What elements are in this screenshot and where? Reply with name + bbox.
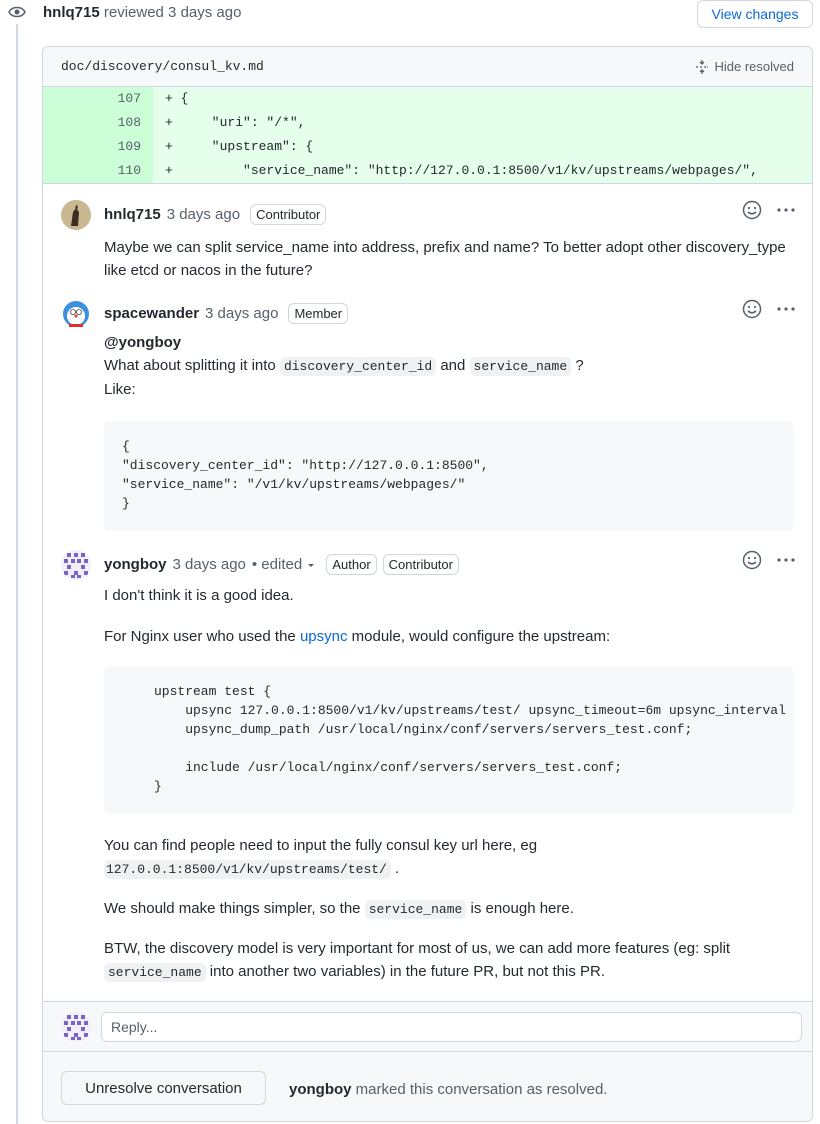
unfold-icon — [695, 59, 708, 74]
smiley-icon[interactable] — [742, 200, 762, 220]
smiley-icon[interactable] — [742, 550, 762, 570]
comment-paragraph: We should make things simpler, so the se… — [104, 897, 794, 921]
comment-body: @yongboy What about splitting it into di… — [104, 331, 794, 531]
timeline-line — [16, 24, 18, 1124]
chevron-down-icon — [308, 564, 315, 567]
text-run: module, would configure the upstream: — [347, 628, 611, 645]
eye-icon — [2, 0, 32, 24]
comment-header: yongboy 3 days ago • edited Author Contr… — [104, 554, 459, 575]
inline-code: service_name — [364, 900, 467, 919]
comment-paragraph: You can find people need to input the fu… — [104, 834, 794, 881]
text-run: and — [436, 357, 470, 374]
diff-row: 110 + "service_name": "http://127.0.0.1:… — [43, 159, 812, 183]
diff-line-code: + "uri": "/*", — [165, 115, 306, 130]
role-badge: Member — [288, 303, 349, 324]
diff-line-number[interactable]: 108 — [43, 111, 153, 135]
inline-code: service_name — [469, 357, 572, 376]
file-header: doc/discovery/consul_kv.md Hide resolved — [43, 47, 812, 87]
review-header: hnlq715 reviewed 3 days ago — [43, 4, 241, 21]
inline-code: discovery_center_id — [279, 357, 437, 376]
comment-yongboy: yongboy 3 days ago • edited Author Contr… — [61, 550, 796, 990]
file-path[interactable]: doc/discovery/consul_kv.md — [61, 59, 264, 74]
mention[interactable]: @yongboy — [104, 331, 794, 354]
text-run: is enough here. — [466, 900, 574, 917]
comment-author[interactable]: hnlq715 — [104, 206, 161, 223]
kebab-icon[interactable] — [776, 200, 796, 220]
hide-resolved-label: Hide resolved — [714, 59, 795, 74]
text-run: You can find people need to input the fu… — [104, 837, 538, 854]
comment-actions — [742, 550, 796, 570]
comment-time[interactable]: 3 days ago — [173, 556, 246, 573]
comment-time[interactable]: 3 days ago — [167, 206, 240, 223]
comment-hnlq715: hnlq715 3 days ago Contributor Maybe we … — [61, 200, 796, 290]
unresolve-conversation-button[interactable]: Unresolve conversation — [61, 1071, 266, 1105]
comment-body: I don't think it is a good idea. For Ngi… — [104, 584, 794, 984]
comment-author[interactable]: spacewander — [104, 305, 199, 322]
diff-row: 108 + "uri": "/*", — [43, 111, 812, 135]
role-badge: Author — [326, 554, 377, 575]
comment-body: Maybe we can split service_name into add… — [104, 239, 786, 279]
diff-line-number[interactable]: 109 — [43, 135, 153, 159]
upsync-link[interactable]: upsync — [300, 628, 348, 645]
avatar[interactable] — [61, 299, 91, 329]
review-action: reviewed 3 days ago — [103, 4, 242, 21]
smiley-icon[interactable] — [742, 299, 762, 319]
inline-code: service_name — [104, 963, 206, 982]
kebab-icon[interactable] — [776, 550, 796, 570]
comment-author[interactable]: yongboy — [104, 556, 167, 573]
kebab-icon[interactable] — [776, 299, 796, 319]
diff-line-code: + "upstream": { — [165, 139, 314, 154]
comment-paragraph: Like: — [104, 381, 136, 398]
diff-line-number[interactable]: 107 — [43, 87, 153, 111]
comment-paragraph: BTW, the discovery model is very importa… — [104, 937, 794, 984]
resolved-text: marked this conversation as resolved. — [351, 1081, 608, 1098]
text-run: into another two variables) in the futur… — [205, 963, 605, 980]
avatar[interactable] — [61, 1012, 91, 1042]
code-block: { "discovery_center_id": "http://127.0.0… — [104, 421, 794, 531]
text-run: What about splitting it into — [104, 357, 280, 374]
diff-line-code: + { — [165, 91, 189, 106]
comment-paragraph: For Nginx user who used the upsync modul… — [104, 625, 794, 648]
comment-paragraph: I don't think it is a good idea. — [104, 587, 294, 604]
diff-row: 107 + { — [43, 87, 812, 111]
comment-actions — [742, 299, 796, 319]
diff-hunk: 107 + { 108 + "uri": "/*", 109 + "upstre… — [43, 87, 812, 184]
text-run: . — [390, 860, 400, 877]
role-badge: Contributor — [250, 204, 327, 225]
text-run: For Nginx user who used the — [104, 628, 300, 645]
diff-row: 109 + "upstream": { — [43, 135, 812, 159]
review-author[interactable]: hnlq715 — [43, 4, 100, 21]
reply-input[interactable]: Reply... — [101, 1012, 802, 1042]
reply-bar: Reply... — [43, 1001, 812, 1051]
comment-paragraph: What about splitting it into discovery_c… — [104, 354, 794, 378]
diff-line-number[interactable]: 110 — [43, 159, 153, 183]
resolved-note: yongboy marked this conversation as reso… — [289, 1081, 607, 1098]
code-block: upstream test { upsync 127.0.0.1:8500/v1… — [104, 666, 794, 814]
comment-spacewander: spacewander 3 days ago Member @yongboy W… — [61, 299, 796, 539]
hide-resolved-button[interactable]: Hide resolved — [695, 59, 795, 75]
comment-header: hnlq715 3 days ago Contributor — [104, 204, 327, 225]
edited-label: • edited — [251, 556, 303, 573]
avatar[interactable] — [61, 550, 91, 580]
avatar[interactable] — [61, 200, 91, 230]
text-run: ? — [571, 357, 584, 374]
view-changes-button[interactable]: View changes — [697, 0, 813, 28]
resolved-footer: Unresolve conversation yongboy marked th… — [43, 1051, 812, 1121]
comment-time[interactable]: 3 days ago — [205, 305, 278, 322]
review-thread-card: doc/discovery/consul_kv.md Hide resolved… — [42, 46, 813, 1122]
diff-line-code: + "service_name": "http://127.0.0.1:8500… — [165, 163, 758, 178]
inline-code: 127.0.0.1:8500/v1/kv/upstreams/test/ — [104, 860, 391, 879]
edited-dropdown[interactable]: • edited — [252, 556, 316, 573]
text-run: We should make things simpler, so the — [104, 900, 365, 917]
text-run: BTW, the discovery model is very importa… — [104, 940, 731, 957]
comment-header: spacewander 3 days ago Member — [104, 303, 349, 324]
comment-actions — [742, 200, 796, 220]
resolver-name[interactable]: yongboy — [289, 1081, 352, 1098]
role-badge: Contributor — [382, 554, 459, 575]
